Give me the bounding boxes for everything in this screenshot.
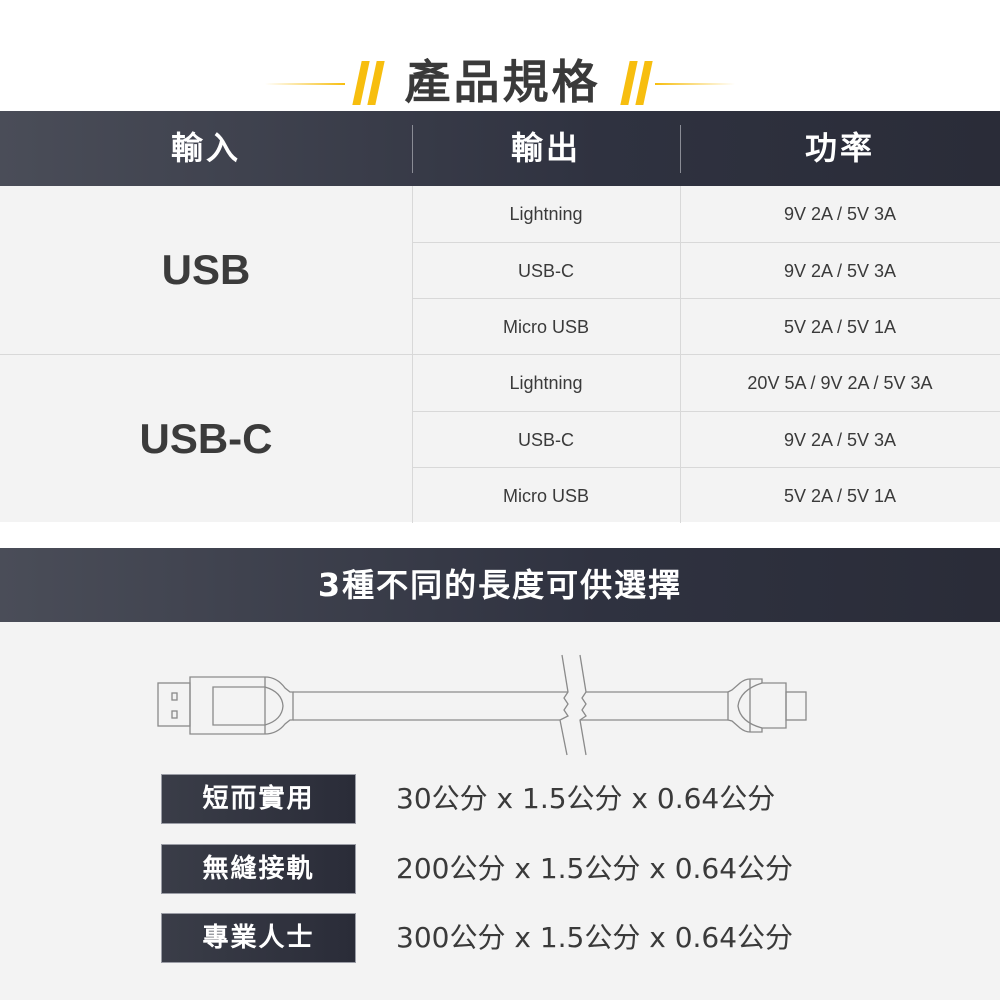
output-cell: Micro USB [502, 486, 589, 506]
spec-table-body: USB Lightning 9V 2A / 5V 3A USB-C 9V 2A … [0, 186, 1000, 523]
table-group-usb-c: USB-C Lightning 20V 5A / 9V 2A / 5V 3A U… [0, 354, 1000, 523]
usb-cable-icon [157, 654, 807, 756]
table-row: Micro USB 5V 2A / 5V 1A [412, 298, 1000, 354]
page-title-block: 產品規格 [0, 24, 1000, 109]
power-cell: 5V 2A / 5V 1A [783, 486, 897, 506]
header-power: 功率 [804, 129, 875, 167]
table-group-usb: USB Lightning 9V 2A / 5V 3A USB-C 9V 2A … [0, 186, 1000, 354]
table-row: Lightning 9V 2A / 5V 3A [412, 186, 1000, 242]
length-option-size: 300公分 x 1.5公分 x 0.64公分 [396, 921, 794, 954]
title-decor-line-right [655, 83, 735, 85]
length-option-label: 專業人士 [161, 913, 356, 963]
length-option: 專業人士 300公分 x 1.5公分 x 0.64公分 [161, 913, 841, 963]
title-slash-icon [620, 61, 638, 105]
length-option: 短而實用 30公分 x 1.5公分 x 0.64公分 [161, 774, 841, 824]
length-option-size: 200公分 x 1.5公分 x 0.64公分 [396, 852, 794, 885]
power-cell: 20V 5A / 9V 2A / 5V 3A [747, 373, 933, 393]
output-cell: Lightning [509, 373, 583, 393]
table-row: Micro USB 5V 2A / 5V 1A [412, 467, 1000, 523]
header-output: 輸出 [510, 129, 581, 167]
length-option: 無縫接軌 200公分 x 1.5公分 x 0.64公分 [161, 844, 841, 894]
title-decor-line-left [265, 83, 345, 85]
output-cell: USB-C [517, 430, 574, 450]
power-cell: 9V 2A / 5V 3A [783, 261, 897, 281]
header-input: 輸入 [170, 129, 241, 167]
page-title: 產品規格 [404, 55, 601, 109]
power-cell: 5V 2A / 5V 1A [783, 317, 897, 337]
power-cell: 9V 2A / 5V 3A [783, 430, 897, 450]
table-row: Lightning 20V 5A / 9V 2A / 5V 3A [412, 355, 1000, 411]
title-slash-icon [352, 61, 370, 105]
length-option-size: 30公分 x 1.5公分 x 0.64公分 [396, 782, 776, 815]
output-cell: USB-C [517, 261, 574, 281]
title-slash-icon [635, 61, 653, 105]
output-cell: Micro USB [502, 317, 589, 337]
spec-table-header: 輸入 輸出 功率 [0, 111, 1000, 186]
output-cell: Lightning [509, 204, 583, 224]
input-cell: USB [161, 246, 251, 293]
lengths-banner: 3種不同的長度可供選擇 [0, 548, 1000, 622]
title-slash-icon [367, 61, 385, 105]
power-cell: 9V 2A / 5V 3A [783, 204, 897, 224]
table-row: USB-C 9V 2A / 5V 3A [412, 242, 1000, 298]
length-option-label: 短而實用 [161, 774, 356, 824]
length-option-label: 無縫接軌 [161, 844, 356, 894]
input-cell: USB-C [139, 415, 273, 462]
table-row: USB-C 9V 2A / 5V 3A [412, 411, 1000, 467]
usb-a-plug [157, 682, 191, 727]
